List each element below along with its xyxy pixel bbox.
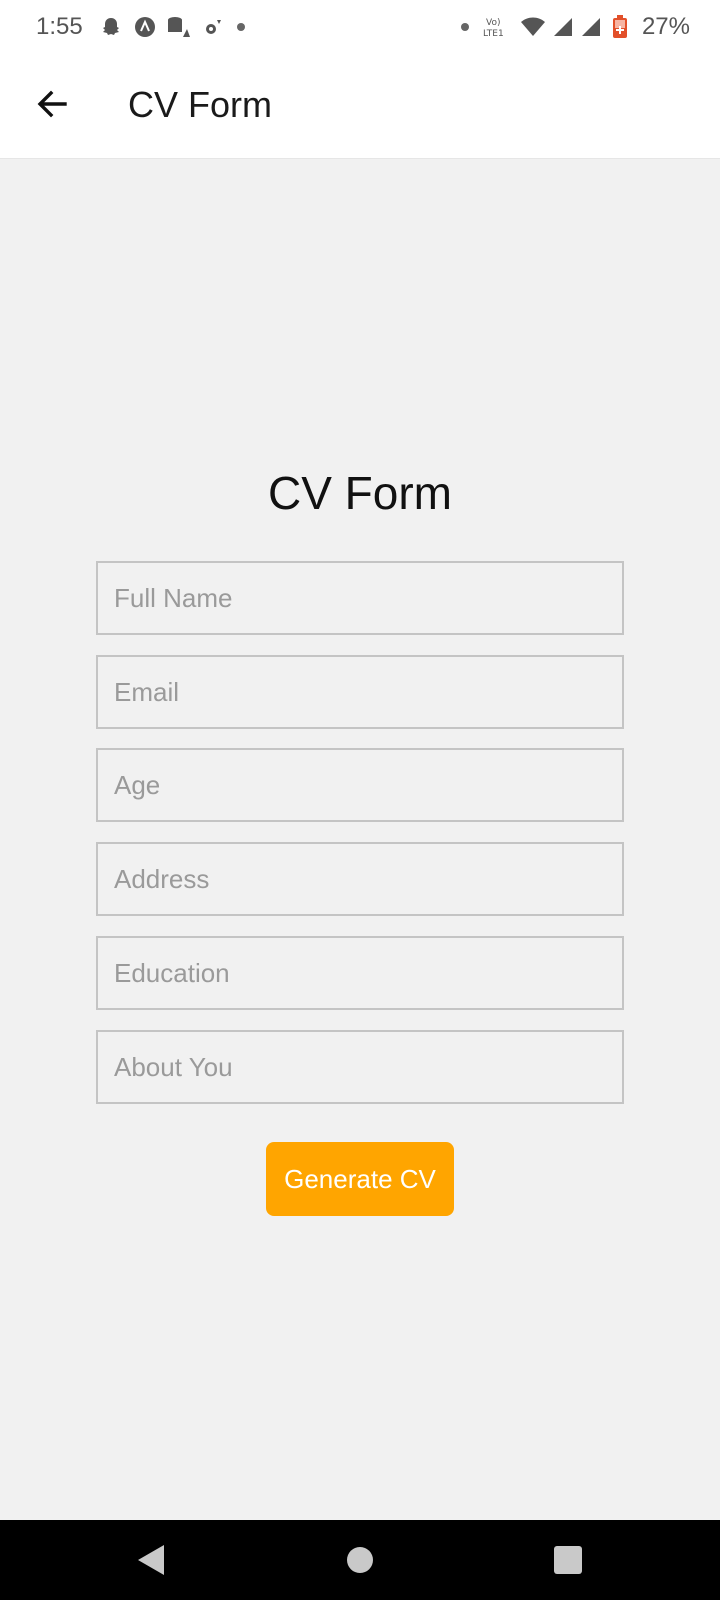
age-field[interactable] — [96, 748, 624, 822]
status-bar: 1:55 Vo) LTE1 27% — [0, 0, 720, 54]
battery-percentage: 27% — [641, 13, 690, 40]
nav-home-icon — [347, 1547, 373, 1573]
education-field[interactable] — [96, 936, 624, 1010]
address-field[interactable] — [96, 842, 624, 916]
wifi-icon — [520, 16, 546, 38]
nav-back-icon — [138, 1545, 164, 1575]
volte-icon: Vo) LTE1 — [482, 16, 512, 38]
autofill-icon — [134, 16, 156, 38]
svg-text:LTE1: LTE1 — [483, 29, 504, 38]
back-button[interactable] — [26, 78, 78, 130]
notification-dot-icon — [236, 16, 246, 38]
system-nav-bar — [0, 1520, 720, 1600]
snapchat-icon — [100, 16, 122, 38]
settings-dot-icon — [202, 16, 224, 38]
generate-cv-button[interactable]: Generate CV — [266, 1142, 454, 1216]
nav-recents-button[interactable] — [548, 1540, 588, 1580]
nav-back-button[interactable] — [132, 1540, 172, 1580]
signal-icon — [580, 16, 602, 38]
data-warning-icon — [166, 16, 190, 38]
screen: 1:55 Vo) LTE1 27% CV Form CV Form Full N… — [0, 0, 720, 1600]
signal-icon — [552, 16, 574, 38]
app-bar: CV Form — [0, 54, 720, 158]
nav-recents-icon — [554, 1546, 582, 1574]
form-title: CV Form — [268, 467, 452, 519]
nav-home-button[interactable] — [340, 1540, 380, 1580]
dot-icon — [460, 16, 470, 38]
arrow-back-icon — [37, 90, 67, 118]
about-you-field[interactable] — [96, 1030, 624, 1104]
status-time: 1:55 — [36, 13, 83, 40]
svg-text:Vo): Vo) — [486, 18, 500, 28]
app-bar-title: CV Form — [128, 84, 272, 125]
battery-icon — [612, 15, 628, 38]
email-field[interactable] — [96, 655, 624, 729]
full-name-field[interactable] — [96, 561, 624, 635]
